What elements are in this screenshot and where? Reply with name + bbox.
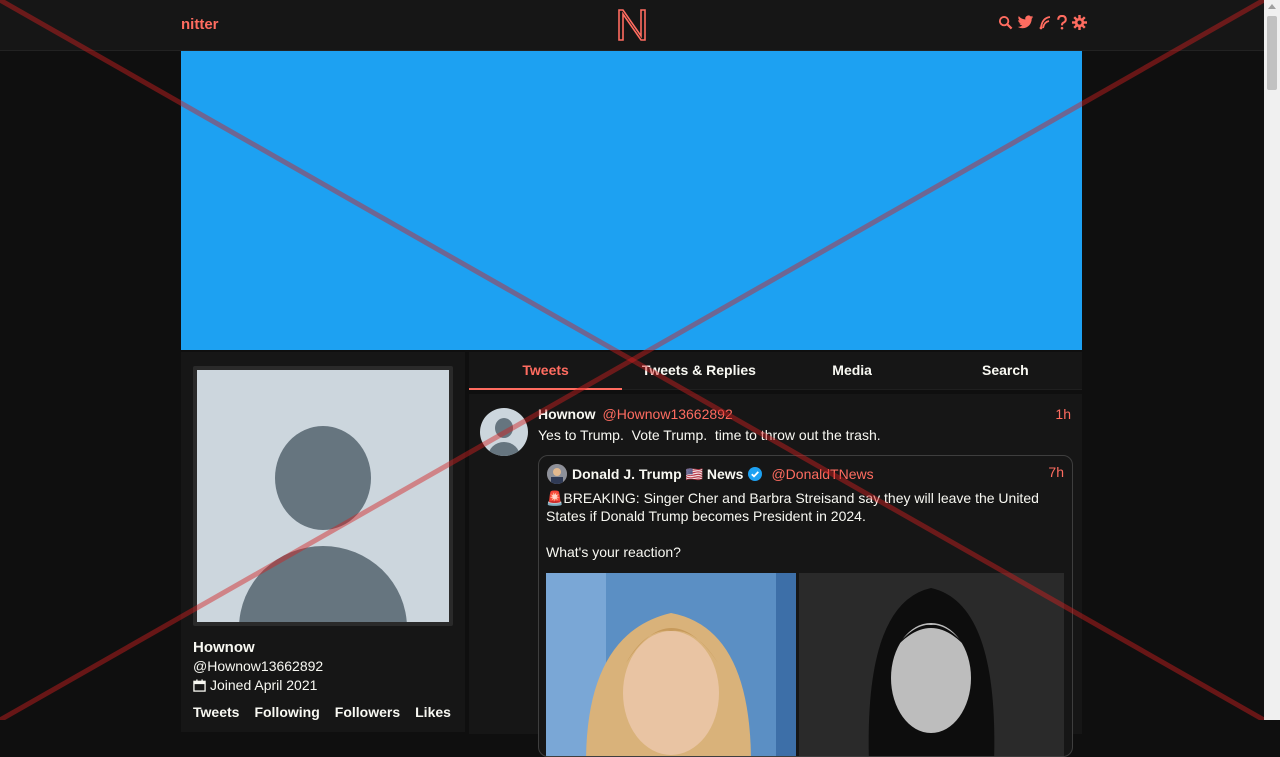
quote-username[interactable]: @DonaldTNews: [771, 466, 873, 482]
nitter-brand-link[interactable]: nitter: [181, 16, 219, 33]
nitter-logo-icon[interactable]: [617, 8, 647, 42]
quote-date[interactable]: 7h: [1048, 464, 1064, 480]
nav-icon-group: [998, 15, 1087, 30]
tweet-username[interactable]: @Hownow13662892: [603, 406, 733, 422]
quoted-tweet[interactable]: Donald J. Trump 🇺🇸 News @DonaldTNews 7h …: [538, 455, 1073, 757]
calendar-icon: [193, 678, 206, 692]
tab-search[interactable]: Search: [929, 352, 1082, 389]
tab-media[interactable]: Media: [776, 352, 929, 389]
help-icon[interactable]: [1056, 15, 1068, 30]
verified-badge-icon: [748, 467, 763, 481]
search-icon[interactable]: [998, 15, 1013, 30]
tab-tweets[interactable]: Tweets: [469, 352, 623, 390]
default-avatar-icon: [197, 370, 449, 622]
stat-followers[interactable]: Followers: [335, 704, 400, 720]
tweet-text: Yes to Trump. Vote Trump. time to throw …: [538, 427, 881, 443]
quote-text-line2: What's your reaction?: [546, 544, 681, 560]
profile-card: Hownow @Hownow13662892 Joined April 2021…: [181, 352, 465, 732]
quote-text-line1: 🚨BREAKING: Singer Cher and Barbra Streis…: [546, 490, 1039, 524]
timeline: Hownow @Hownow13662892 1h Yes to Trump. …: [469, 394, 1082, 757]
quote-avatar[interactable]: [547, 464, 567, 484]
joined-text: Joined April 2021: [210, 677, 318, 693]
scrollbar-thumb[interactable]: [1267, 16, 1277, 90]
scroll-up-arrow-icon[interactable]: [1268, 4, 1276, 9]
quote-media-gallery: [546, 573, 1064, 756]
tab-tweets-replies[interactable]: Tweets & Replies: [622, 352, 775, 389]
profile-username[interactable]: @Hownow13662892: [193, 658, 323, 674]
rss-icon[interactable]: [1038, 15, 1052, 30]
profile-stats: Tweets Following Followers Likes: [193, 704, 451, 720]
timeline-tabs: Tweets Tweets & Replies Media Search: [469, 352, 1082, 390]
default-avatar-icon: [480, 408, 528, 456]
tweet-fullname[interactable]: Hownow: [538, 406, 596, 422]
media-image-2[interactable]: [799, 573, 1064, 756]
profile-avatar[interactable]: [193, 366, 453, 626]
settings-gear-icon[interactable]: [1072, 15, 1087, 30]
twitter-bird-icon[interactable]: [1017, 15, 1034, 30]
page-scrollbar[interactable]: [1264, 0, 1280, 720]
tweet-header: Hownow @Hownow13662892: [538, 406, 733, 422]
quote-header: Donald J. Trump 🇺🇸 News @DonaldTNews: [547, 464, 874, 484]
quote-fullname[interactable]: Donald J. Trump 🇺🇸 News: [572, 466, 743, 483]
profile-joined-date: Joined April 2021: [193, 677, 317, 693]
tweet-date[interactable]: 1h: [1055, 406, 1071, 422]
media-image-1[interactable]: [546, 573, 796, 756]
stat-tweets[interactable]: Tweets: [193, 704, 239, 720]
tweet-avatar[interactable]: [480, 408, 528, 456]
top-navbar: nitter: [0, 0, 1264, 51]
quote-text: 🚨BREAKING: Singer Cher and Barbra Streis…: [546, 490, 1056, 562]
profile-banner[interactable]: [181, 51, 1082, 350]
profile-fullname[interactable]: Hownow: [193, 639, 255, 656]
stat-following[interactable]: Following: [254, 704, 319, 720]
stat-likes[interactable]: Likes: [415, 704, 451, 720]
